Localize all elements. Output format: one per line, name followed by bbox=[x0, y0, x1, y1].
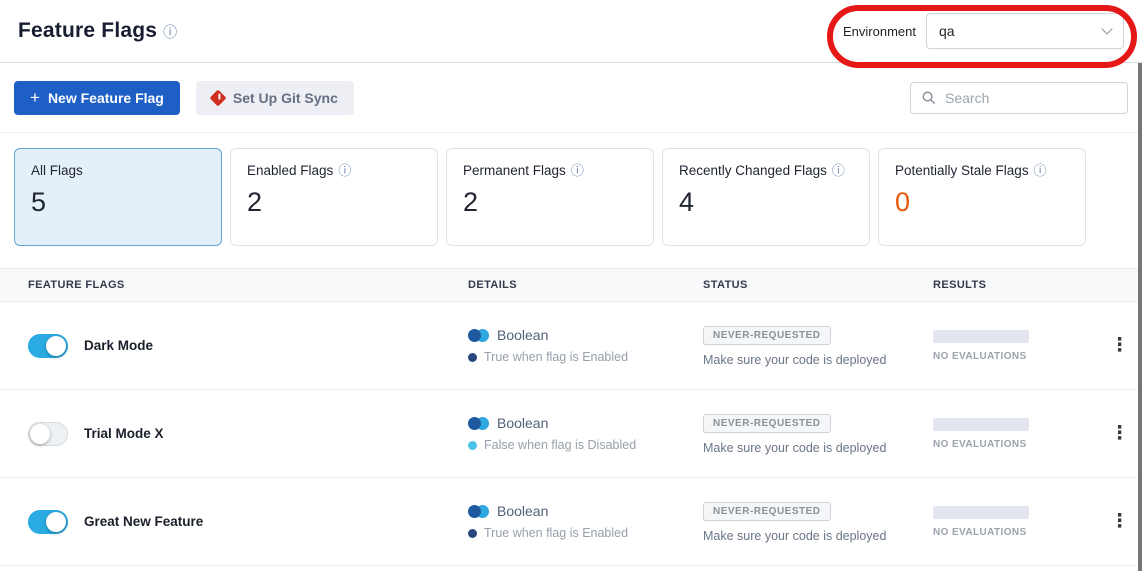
setup-git-sync-button[interactable]: Set Up Git Sync bbox=[196, 81, 354, 115]
toolbar: + New Feature Flag Set Up Git Sync bbox=[0, 63, 1142, 133]
search-box[interactable] bbox=[910, 82, 1128, 114]
status-text: Make sure your code is deployed bbox=[703, 353, 933, 367]
flag-type: Boolean bbox=[497, 503, 548, 519]
toggle-knob bbox=[46, 512, 66, 532]
flag-cell: Dark Mode bbox=[28, 334, 468, 358]
stat-label: All Flags bbox=[31, 163, 205, 178]
new-feature-flag-label: New Feature Flag bbox=[48, 90, 164, 106]
details-cell: Boolean True when flag is Enabled bbox=[468, 503, 703, 540]
status-text: Make sure your code is deployed bbox=[703, 529, 933, 543]
status-text: Make sure your code is deployed bbox=[703, 441, 933, 455]
page-title: Feature Flags bbox=[18, 19, 157, 43]
stat-card-recently-changed-flags[interactable]: Recently Changed Flags ⓘ 4 bbox=[662, 148, 870, 246]
environment-selector-wrap: Environment qa bbox=[843, 13, 1124, 49]
feature-flags-table: FEATURE FLAGS DETAILS STATUS RESULTS Dar… bbox=[0, 268, 1142, 566]
flag-type: Boolean bbox=[497, 327, 548, 343]
flag-toggle[interactable] bbox=[28, 334, 68, 358]
plus-icon: + bbox=[30, 89, 40, 106]
search-input[interactable] bbox=[943, 89, 1117, 107]
kebab-menu-icon[interactable]: ⋮ bbox=[1097, 512, 1142, 531]
stat-label: Permanent Flags ⓘ bbox=[463, 163, 637, 178]
flag-cell: Trial Mode X bbox=[28, 422, 468, 446]
stat-value: 4 bbox=[679, 187, 853, 218]
scrollbar[interactable] bbox=[1138, 63, 1142, 571]
results-label: NO EVALUATIONS bbox=[933, 351, 1097, 362]
flag-name[interactable]: Trial Mode X bbox=[84, 426, 164, 441]
table-header-row: FEATURE FLAGS DETAILS STATUS RESULTS bbox=[0, 268, 1142, 302]
details-cell: Boolean True when flag is Enabled bbox=[468, 327, 703, 364]
stat-label: Enabled Flags ⓘ bbox=[247, 163, 421, 178]
feature-flags-page: Feature Flags ⓘ Environment qa + New Fea… bbox=[0, 0, 1142, 571]
status-cell: NEVER-REQUESTED Make sure your code is d… bbox=[703, 501, 933, 543]
results-label: NO EVALUATIONS bbox=[933, 439, 1097, 450]
status-cell: NEVER-REQUESTED Make sure your code is d… bbox=[703, 325, 933, 367]
flag-rule: True when flag is Enabled bbox=[484, 350, 628, 364]
stat-card-permanent-flags[interactable]: Permanent Flags ⓘ 2 bbox=[446, 148, 654, 246]
chevron-down-icon bbox=[1101, 23, 1112, 34]
flag-toggle[interactable] bbox=[28, 510, 68, 534]
status-cell: NEVER-REQUESTED Make sure your code is d… bbox=[703, 413, 933, 455]
toggle-knob bbox=[46, 336, 66, 356]
stat-card-potentially-stale-flags[interactable]: Potentially Stale Flags ⓘ 0 bbox=[878, 148, 1086, 246]
kebab-menu-icon[interactable]: ⋮ bbox=[1097, 424, 1142, 443]
stats-row: All Flags 5 Enabled Flags ⓘ 2 Permanent … bbox=[0, 133, 1142, 246]
title-wrap: Feature Flags ⓘ bbox=[18, 19, 177, 43]
environment-value: qa bbox=[939, 23, 955, 39]
flag-name[interactable]: Great New Feature bbox=[84, 514, 203, 529]
results-bar bbox=[933, 506, 1029, 519]
value-dot-icon bbox=[468, 441, 477, 450]
results-cell: NO EVALUATIONS bbox=[933, 418, 1097, 450]
flag-rule: True when flag is Enabled bbox=[484, 526, 628, 540]
flag-toggle[interactable] bbox=[28, 422, 68, 446]
results-cell: NO EVALUATIONS bbox=[933, 506, 1097, 538]
stat-card-enabled-flags[interactable]: Enabled Flags ⓘ 2 bbox=[230, 148, 438, 246]
status-badge: NEVER-REQUESTED bbox=[703, 414, 831, 433]
table-row: Dark Mode Boolean True when flag is Enab… bbox=[0, 302, 1142, 390]
results-label: NO EVALUATIONS bbox=[933, 527, 1097, 538]
top-bar: Feature Flags ⓘ Environment qa bbox=[0, 0, 1142, 63]
results-bar bbox=[933, 330, 1029, 343]
flag-name[interactable]: Dark Mode bbox=[84, 338, 153, 353]
toggle-knob bbox=[30, 424, 50, 444]
stat-label: Potentially Stale Flags ⓘ bbox=[895, 163, 1069, 178]
stat-label: Recently Changed Flags ⓘ bbox=[679, 163, 853, 178]
boolean-type-icon bbox=[468, 329, 489, 342]
git-icon bbox=[209, 89, 226, 106]
flag-rule: False when flag is Disabled bbox=[484, 438, 636, 452]
column-header-details: DETAILS bbox=[468, 279, 703, 291]
table-row: Great New Feature Boolean True when flag… bbox=[0, 478, 1142, 566]
status-badge: NEVER-REQUESTED bbox=[703, 502, 831, 521]
value-dot-icon bbox=[468, 353, 477, 362]
info-icon[interactable]: ⓘ bbox=[832, 164, 845, 177]
details-cell: Boolean False when flag is Disabled bbox=[468, 415, 703, 452]
value-dot-icon bbox=[468, 529, 477, 538]
search-icon bbox=[921, 90, 936, 105]
column-header-results: RESULTS bbox=[933, 279, 1097, 291]
status-badge: NEVER-REQUESTED bbox=[703, 326, 831, 345]
results-cell: NO EVALUATIONS bbox=[933, 330, 1097, 362]
stat-card-all-flags[interactable]: All Flags 5 bbox=[14, 148, 222, 246]
git-sync-label: Set Up Git Sync bbox=[233, 90, 338, 106]
stat-value: 2 bbox=[247, 187, 421, 218]
stat-value: 5 bbox=[31, 187, 205, 218]
column-header-status: STATUS bbox=[703, 279, 933, 291]
info-icon[interactable]: ⓘ bbox=[1034, 164, 1047, 177]
environment-dropdown[interactable]: qa bbox=[926, 13, 1124, 49]
flag-type: Boolean bbox=[497, 415, 548, 431]
table-row: Trial Mode X Boolean False when flag is … bbox=[0, 390, 1142, 478]
results-bar bbox=[933, 418, 1029, 431]
info-icon[interactable]: ⓘ bbox=[163, 25, 177, 39]
column-header-feature-flags: FEATURE FLAGS bbox=[28, 279, 468, 291]
stat-value: 0 bbox=[895, 187, 1069, 218]
flag-cell: Great New Feature bbox=[28, 510, 468, 534]
boolean-type-icon bbox=[468, 505, 489, 518]
new-feature-flag-button[interactable]: + New Feature Flag bbox=[14, 81, 180, 115]
info-icon[interactable]: ⓘ bbox=[338, 164, 351, 177]
environment-label: Environment bbox=[843, 24, 916, 39]
stat-value: 2 bbox=[463, 187, 637, 218]
boolean-type-icon bbox=[468, 417, 489, 430]
kebab-menu-icon[interactable]: ⋮ bbox=[1097, 336, 1142, 355]
info-icon[interactable]: ⓘ bbox=[571, 164, 584, 177]
